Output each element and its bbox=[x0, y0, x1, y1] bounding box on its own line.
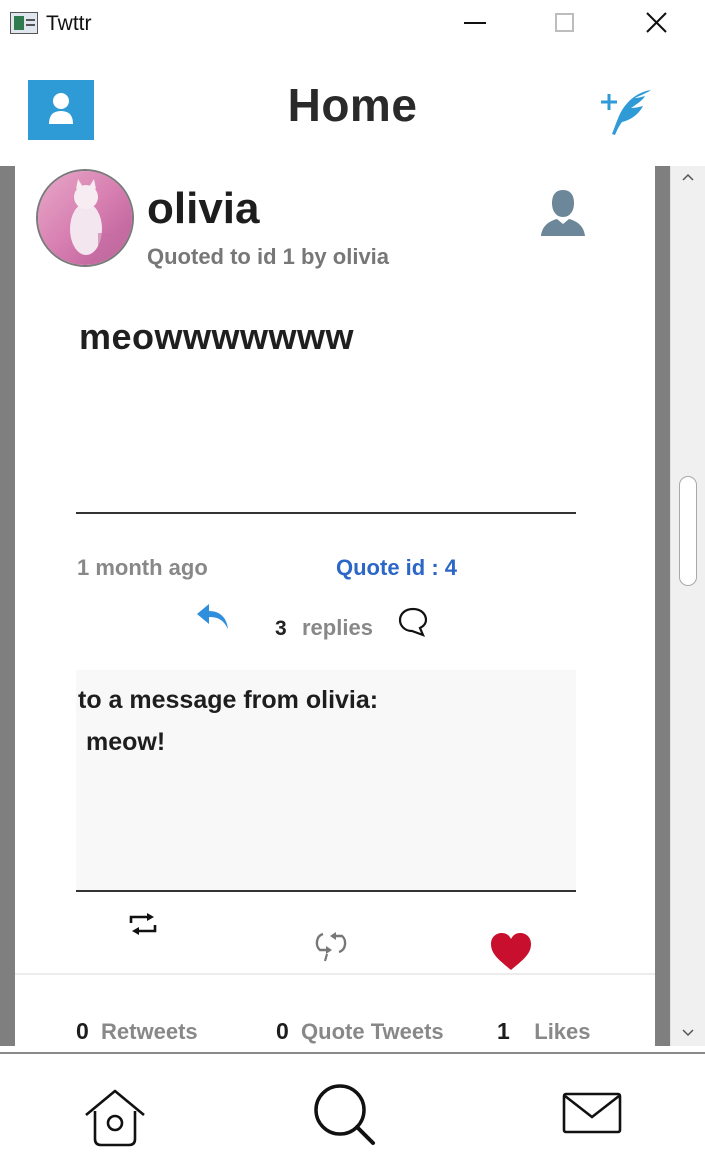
vertical-scrollbar[interactable] bbox=[670, 166, 705, 1046]
retweets-count: 0 bbox=[76, 1018, 89, 1044]
quoted-message-header: to a message from olivia: bbox=[78, 686, 379, 714]
tweet-card: olivia Quoted to id 1 by olivia meowwwww… bbox=[15, 166, 655, 1046]
quote-tweet-button[interactable] bbox=[311, 926, 351, 964]
tweet-text: meowwwwwww bbox=[79, 316, 355, 357]
tweet-username[interactable]: olivia bbox=[147, 184, 260, 234]
quote-tweets-label: Quote Tweets bbox=[301, 1019, 444, 1044]
search-icon bbox=[314, 1084, 375, 1145]
retweet-button[interactable] bbox=[125, 910, 161, 940]
quoted-by-line: Quoted to id 1 by olivia bbox=[147, 244, 390, 269]
frame-left-border bbox=[0, 166, 15, 1046]
window-titlebar: Twttr bbox=[0, 0, 705, 48]
app-header: Home bbox=[0, 48, 705, 166]
replies-label[interactable]: replies bbox=[302, 615, 373, 641]
app-icon bbox=[10, 12, 38, 34]
user-silhouette-icon[interactable] bbox=[535, 184, 591, 240]
retweets-stat[interactable]: 0 Retweets bbox=[76, 1018, 198, 1045]
scroll-thumb[interactable] bbox=[679, 476, 697, 586]
bottom-nav bbox=[0, 1052, 705, 1166]
likes-count: 1 bbox=[497, 1018, 510, 1044]
compose-tweet-button[interactable] bbox=[593, 84, 657, 144]
feather-plus-icon bbox=[601, 90, 651, 135]
retweet-icon bbox=[129, 913, 157, 935]
likes-stat[interactable]: 1 Likes bbox=[497, 1018, 591, 1045]
tweet-timestamp: 1 month ago bbox=[77, 555, 208, 580]
frame-right-border bbox=[655, 166, 670, 1046]
quote-id-link[interactable]: Quote id : 4 bbox=[336, 555, 457, 581]
quote-retweet-icon bbox=[315, 932, 347, 962]
like-button[interactable] bbox=[489, 932, 533, 972]
heart-icon bbox=[491, 933, 531, 970]
quoted-message-body: meow! bbox=[86, 728, 166, 756]
reply-arrow-icon[interactable] bbox=[195, 602, 231, 632]
avatar[interactable] bbox=[36, 169, 134, 267]
quoted-message-box[interactable]: to a message from olivia: meow! bbox=[76, 670, 576, 892]
minimize-button[interactable] bbox=[455, 8, 495, 40]
home-icon bbox=[85, 1089, 145, 1147]
nav-messages-button[interactable] bbox=[560, 1090, 624, 1138]
nav-search-button[interactable] bbox=[310, 1082, 380, 1152]
nav-home-button[interactable] bbox=[82, 1087, 148, 1151]
maximize-button[interactable] bbox=[544, 8, 584, 40]
speech-bubble-icon[interactable] bbox=[397, 606, 429, 638]
close-button[interactable] bbox=[637, 8, 677, 40]
retweets-label: Retweets bbox=[101, 1019, 198, 1044]
stats-divider bbox=[15, 973, 655, 975]
likes-label: Likes bbox=[534, 1019, 591, 1044]
scroll-up-arrow[interactable] bbox=[681, 170, 695, 184]
scroll-down-arrow[interactable] bbox=[681, 1026, 695, 1040]
envelope-icon bbox=[562, 1092, 622, 1134]
content-divider bbox=[76, 512, 576, 514]
quote-tweets-count: 0 bbox=[276, 1018, 289, 1044]
quote-tweets-stat[interactable]: 0 Quote Tweets bbox=[276, 1018, 444, 1045]
reply-count: 3 bbox=[275, 617, 287, 640]
window-title: Twttr bbox=[46, 12, 92, 35]
